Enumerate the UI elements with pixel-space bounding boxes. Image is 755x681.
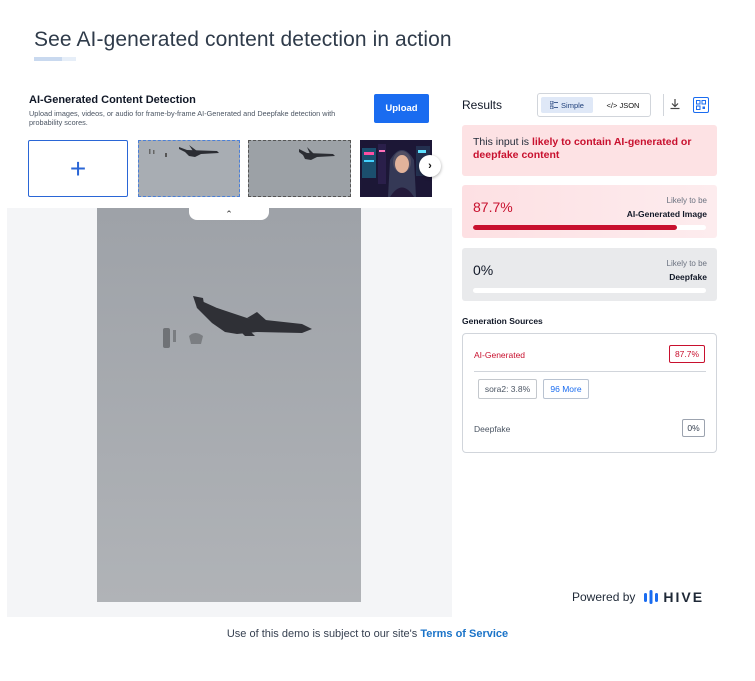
ai-generated-score-card: 87.7% Likely to be AI-Generated Image [462, 185, 717, 238]
qr-code-button[interactable] [693, 97, 709, 113]
powered-by-label: Powered by [572, 590, 636, 604]
title-underline [34, 57, 64, 61]
title-underline-accent [62, 57, 76, 61]
hive-logo-icon [644, 590, 659, 604]
view-mode-toggle: Simple </> JSON [537, 93, 651, 117]
toolbar-divider [663, 94, 664, 116]
results-title: Results [462, 98, 503, 112]
sample-thumbnail-plane-1[interactable] [138, 140, 240, 197]
sample-thumbnail-plane-2[interactable] [248, 140, 351, 197]
upload-button[interactable]: Upload [374, 94, 429, 123]
powered-by: Powered by HIVE [572, 589, 704, 605]
deepfake-score-label: Deepfake [669, 272, 707, 282]
deepfake-score-bar [473, 288, 706, 293]
download-icon [670, 99, 680, 110]
deepfake-score-value: 0% [473, 262, 494, 278]
detector-title: AI-Generated Content Detection [29, 94, 196, 106]
add-media-button[interactable]: + [28, 140, 128, 197]
chevron-up-icon: ⌃ [225, 208, 233, 219]
next-thumbnail-button[interactable]: › [419, 155, 441, 177]
download-button[interactable] [668, 98, 682, 112]
source-chip-sora2: sora2: 3.8% [478, 379, 537, 399]
detector-description: Upload images, videos, or audio for fram… [29, 109, 336, 127]
media-viewer: ⌃ [7, 208, 452, 617]
ai-score-bar [473, 225, 706, 230]
gen-deepfake-label: Deepfake [474, 424, 511, 434]
chevron-right-icon: › [428, 160, 432, 172]
plane-thumbnail-image [249, 141, 350, 196]
toggle-json-label: </> JSON [606, 100, 640, 110]
toggle-json-view[interactable]: </> JSON [598, 97, 648, 113]
collapse-preview-button[interactable]: ⌃ [189, 208, 269, 220]
gen-ai-label: AI-Generated [474, 350, 526, 360]
ai-score-bar-fill [473, 225, 678, 230]
preview-image [97, 208, 361, 602]
results-panel: Results Simple </> JSON This input is li… [453, 85, 733, 617]
detection-alert: This input is likely to contain AI-gener… [462, 125, 717, 176]
deepfake-score-card: 0% Likely to be Deepfake [462, 248, 717, 301]
deepfake-score-likely: Likely to be [666, 259, 707, 268]
toggle-simple-view[interactable]: Simple [541, 97, 593, 113]
plus-icon: + [69, 152, 87, 184]
gen-divider [474, 371, 706, 372]
hive-logo: HIVE [643, 589, 704, 605]
gen-ai-value-badge: 87.7% [669, 345, 705, 363]
alert-prefix: This input is [473, 136, 532, 148]
hive-brand-text: HIVE [663, 589, 705, 605]
qr-code-icon [696, 100, 706, 110]
generation-sources-title: Generation Sources [462, 316, 543, 326]
detector-panel: AI-Generated Content Detection Upload im… [7, 85, 452, 617]
generation-sources-box: AI-Generated 87.7% sora2: 3.8% 96 More D… [462, 333, 717, 453]
ai-score-label: AI-Generated Image [626, 209, 707, 219]
terms-of-service-link[interactable]: Terms of Service [420, 628, 508, 640]
plane-thumbnail-image [139, 141, 239, 196]
toggle-simple-label: Simple [561, 100, 584, 110]
gen-deepfake-value-badge: 0% [682, 419, 705, 437]
ai-score-value: 87.7% [473, 199, 513, 215]
footer-prefix: Use of this demo is subject to our site'… [226, 628, 421, 640]
page-title: See AI-generated content detection in ac… [34, 28, 452, 51]
more-sources-button[interactable]: 96 More [543, 379, 589, 399]
footer-notice: Use of this demo is subject to our site'… [0, 628, 735, 640]
plane-preview-image [97, 208, 361, 602]
list-icon [550, 101, 559, 109]
ai-score-likely: Likely to be [666, 196, 707, 205]
